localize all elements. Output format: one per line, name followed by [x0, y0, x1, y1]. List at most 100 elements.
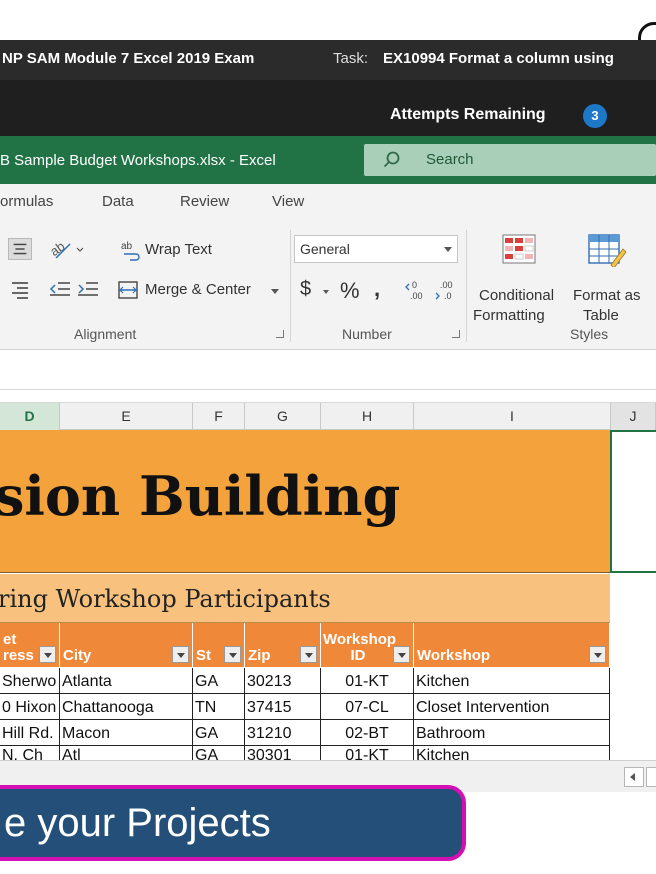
sheet-title[interactable]: sion Building	[0, 464, 400, 528]
scroll-left-button[interactable]	[624, 767, 644, 787]
cell-workshop-id[interactable]: 01-KT	[321, 668, 414, 694]
table-header-row: et ress City St Zip Workshop ID Workshop	[0, 623, 610, 667]
number-format-select[interactable]: General	[294, 235, 458, 263]
cell-workshop-id[interactable]: 01-KT	[321, 746, 414, 760]
conditional-formatting-label-2: Formatting	[473, 307, 545, 324]
cell-workshop[interactable]: Bathroom	[414, 720, 610, 746]
conditional-formatting-label-1: Conditional	[479, 287, 555, 304]
svg-text:.00: .00	[440, 280, 453, 290]
tab-data[interactable]: Data	[102, 193, 134, 210]
increase-decimal-icon[interactable]: 0 .00	[404, 278, 430, 302]
comma-style-button[interactable]: ,	[374, 276, 380, 302]
cell-address[interactable]: Hill Rd.	[0, 720, 60, 746]
cell-address[interactable]: N. Ch	[0, 746, 60, 760]
table-header-workshop-id[interactable]: Workshop ID	[321, 623, 414, 667]
merge-dropdown-arrow	[271, 289, 279, 294]
subtitle-band: ring Workshop Participants	[0, 574, 610, 623]
cell-state[interactable]: GA	[193, 746, 245, 760]
chevron-left-icon	[630, 773, 635, 781]
selected-cell[interactable]	[610, 430, 656, 573]
attempts-count-badge: 3	[583, 104, 607, 128]
alignment-group-label: Alignment	[74, 326, 137, 342]
header-line2: Zip	[248, 647, 271, 664]
filter-dropdown-icon[interactable]	[224, 646, 241, 663]
table-row[interactable]: Hill Rd. Macon GA 31210 02-BT Bathroom	[0, 720, 610, 746]
cell-zip[interactable]: 30213	[245, 668, 321, 694]
tab-formulas[interactable]: ormulas	[0, 193, 53, 210]
column-header-d[interactable]: D	[0, 403, 60, 430]
column-header-g[interactable]: G	[245, 403, 321, 430]
cell-city[interactable]: Macon	[60, 720, 193, 746]
sheet-subtitle[interactable]: ring Workshop Participants	[0, 585, 331, 613]
title-band: sion Building	[0, 430, 610, 573]
cell-state[interactable]: GA	[193, 720, 245, 746]
decrease-indent-icon[interactable]	[48, 278, 72, 300]
format-as-table-button[interactable]: Format as Table	[566, 230, 650, 324]
attempts-bar: Attempts Remaining 3	[0, 80, 656, 136]
conditional-formatting-button[interactable]: Conditional Formatting	[470, 230, 566, 324]
header-line1: Workshop	[323, 631, 397, 648]
cell-workshop-id[interactable]: 02-BT	[321, 720, 414, 746]
format-as-table-icon	[588, 234, 627, 267]
number-group-label: Number	[342, 326, 392, 342]
column-header-h[interactable]: H	[321, 403, 414, 430]
column-header-e[interactable]: E	[60, 403, 193, 430]
table-row[interactable]: N. Ch Atl GA 30301 01-KT Kitchen	[0, 746, 610, 760]
cell-city[interactable]: Chattanooga	[60, 694, 193, 720]
column-header-j[interactable]: J	[611, 403, 656, 430]
increase-indent-icon[interactable]	[76, 278, 100, 300]
table-row[interactable]: Sherwo Atlanta GA 30213 01-KT Kitchen	[0, 668, 610, 694]
wrap-text-button[interactable]: ab Wrap Text	[116, 236, 228, 262]
decrease-decimal-icon[interactable]: .00 .0	[434, 278, 460, 302]
filter-dropdown-icon[interactable]	[589, 646, 606, 663]
cell-city[interactable]: Atlanta	[60, 668, 193, 694]
column-header-i[interactable]: I	[414, 403, 611, 430]
number-format-value: General	[300, 241, 350, 257]
cell-zip[interactable]: 30301	[245, 746, 321, 760]
cell-workshop[interactable]: Closet Intervention	[414, 694, 610, 720]
currency-button[interactable]: $	[300, 278, 311, 301]
cell-address[interactable]: Sherwo	[0, 668, 60, 694]
filter-dropdown-icon[interactable]	[39, 646, 56, 663]
excel-title-bar: B Sample Budget Workshops.xlsx - Excel S…	[0, 136, 656, 184]
cell-address[interactable]: 0 Hixon	[0, 694, 60, 720]
merge-center-button[interactable]: Merge & Center	[114, 276, 284, 302]
search-box[interactable]: Search	[364, 144, 656, 176]
cell-workshop[interactable]: Kitchen	[414, 746, 610, 760]
column-header-f[interactable]: F	[193, 403, 245, 430]
tab-review[interactable]: Review	[180, 193, 229, 210]
cell-state[interactable]: TN	[193, 694, 245, 720]
number-dialog-launcher[interactable]	[452, 330, 460, 338]
currency-dropdown-arrow[interactable]	[323, 290, 329, 294]
alignment-dialog-launcher[interactable]	[276, 330, 284, 338]
table-row[interactable]: 0 Hixon Chattanooga TN 37415 07-CL Close…	[0, 694, 610, 720]
filter-dropdown-icon[interactable]	[172, 646, 189, 663]
attempts-label: Attempts Remaining	[390, 106, 546, 123]
cell-zip[interactable]: 37415	[245, 694, 321, 720]
table-header-workshop[interactable]: Workshop	[414, 623, 610, 667]
table-header-zip[interactable]: Zip	[245, 623, 321, 667]
table-header-state[interactable]: St	[193, 623, 245, 667]
percent-button[interactable]: %	[340, 278, 360, 304]
header-line2: City	[63, 647, 92, 664]
cell-workshop-id[interactable]: 07-CL	[321, 694, 414, 720]
cell-state[interactable]: GA	[193, 668, 245, 694]
align-center-icon[interactable]	[8, 238, 32, 260]
tab-view[interactable]: View	[272, 193, 304, 210]
svg-text:.00: .00	[410, 291, 423, 301]
table-header-address[interactable]: et ress	[0, 623, 60, 667]
group-separator	[290, 230, 291, 342]
filter-dropdown-icon[interactable]	[300, 646, 317, 663]
ribbon: ab ab Wrap Text Merge & Center Alignment…	[0, 218, 656, 350]
cell-workshop[interactable]: Kitchen	[414, 668, 610, 694]
chevron-down-icon	[444, 247, 452, 252]
scroll-right-button[interactable]	[646, 767, 656, 787]
align-right-icon[interactable]	[8, 278, 32, 300]
filter-dropdown-icon[interactable]	[393, 646, 410, 663]
cell-city[interactable]: Atl	[60, 746, 193, 760]
worksheet[interactable]: sion Building ring Workshop Participants…	[0, 430, 656, 760]
group-separator	[466, 230, 467, 342]
orientation-icon[interactable]: ab	[50, 238, 84, 260]
cell-zip[interactable]: 31210	[245, 720, 321, 746]
table-header-city[interactable]: City	[60, 623, 193, 667]
